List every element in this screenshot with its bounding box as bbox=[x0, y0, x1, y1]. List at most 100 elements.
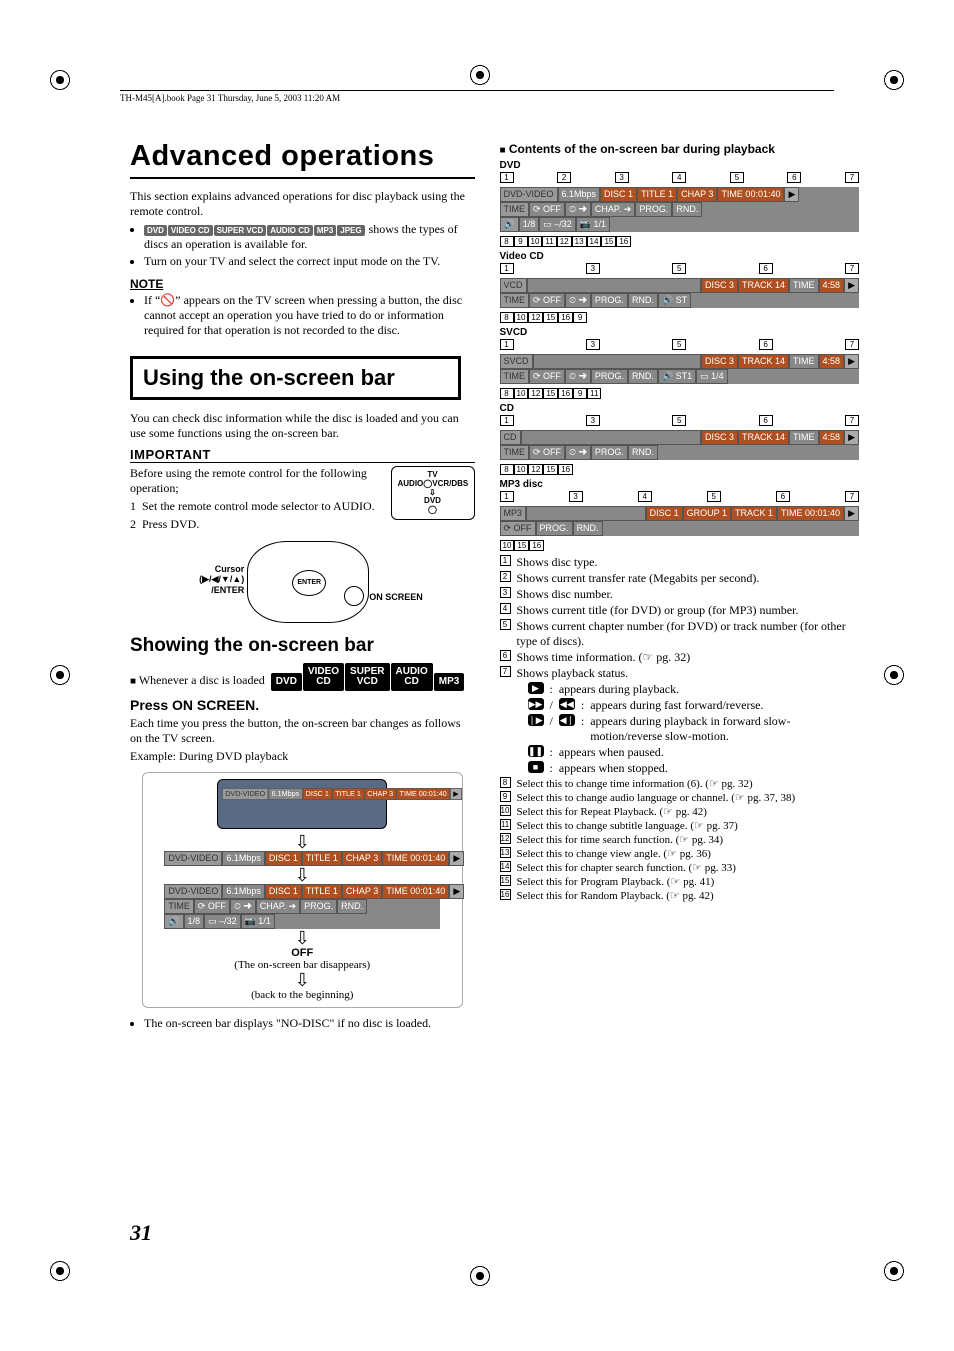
nodisc-bullet: The on-screen bar displays "NO-DISC" if … bbox=[144, 1016, 475, 1031]
disc-badge: DVD bbox=[144, 225, 167, 236]
section-label: CD bbox=[500, 403, 860, 414]
osbar-cell: DVD-VIDEO bbox=[222, 788, 268, 800]
square-bullet-icon: ■ bbox=[130, 676, 136, 687]
osbar-cell: ▶ bbox=[844, 506, 859, 521]
crop-mark bbox=[45, 660, 75, 690]
osbar-cell: TIME bbox=[164, 899, 194, 914]
osbar-cell: MP3 bbox=[500, 506, 527, 521]
legend-num: 1 bbox=[500, 555, 511, 566]
status-icon-row: ■: appears when stopped. bbox=[528, 761, 860, 776]
callout-number: 16 bbox=[529, 540, 544, 551]
callout-number: 7 bbox=[845, 263, 859, 274]
osbar-cell: RND. bbox=[573, 521, 603, 536]
osbar-cell: 📷 1/1 bbox=[241, 914, 275, 929]
selector-knob2-icon: ◯ bbox=[398, 506, 468, 515]
note-text: If “🚫” appears on the TV screen when pre… bbox=[144, 293, 475, 338]
callout-number: 8 bbox=[500, 236, 514, 247]
status-text: appears when stopped. bbox=[559, 761, 859, 776]
osbar-cell: TIME bbox=[500, 445, 530, 460]
disc-badge: AUDIOCD bbox=[391, 663, 433, 691]
callout-number: 1 bbox=[500, 491, 514, 502]
osbar-cell: TIME 00:01:40 bbox=[382, 851, 449, 866]
osbar-cell: TIME bbox=[789, 354, 819, 369]
callout-number: 1 bbox=[500, 172, 514, 183]
callout-number: 6 bbox=[787, 172, 801, 183]
osbar-cell: TIME bbox=[500, 202, 530, 217]
osbar: VCDDISC 3TRACK 14TIME4:58▶TIME⟳ OFF⏲ ➜PR… bbox=[500, 278, 860, 308]
osbar-cell: CHAP 3 bbox=[342, 851, 382, 866]
callout-number: 15 bbox=[543, 388, 558, 399]
callout-number: 15 bbox=[543, 464, 558, 475]
osbar-cell: ⏲ ➜ bbox=[565, 445, 591, 460]
status-text: appears during playback. bbox=[559, 682, 859, 697]
section-label: SVCD bbox=[500, 327, 860, 338]
legend-row: 12 Select this for time search function. … bbox=[500, 833, 860, 846]
enter-button-icon: ENTER bbox=[292, 570, 326, 596]
legend: 1Shows disc type.2Shows current transfer… bbox=[500, 555, 860, 681]
callout-number: 3 bbox=[615, 172, 629, 183]
section-label: Video CD bbox=[500, 251, 860, 262]
osbar-cell: TIME 00:01:40 bbox=[382, 884, 449, 899]
osbar-cell: 1/8 bbox=[519, 217, 540, 232]
back-text: (back to the beginning) bbox=[149, 989, 456, 1001]
box-intro: You can check disc information while the… bbox=[130, 411, 475, 441]
example-label: Example: During DVD playback bbox=[130, 749, 475, 764]
badge-row: DVDVIDEO CDSUPER VCDAUDIO CDMP3JPEG bbox=[144, 222, 366, 236]
osbar-cell: 🔊 bbox=[164, 914, 183, 929]
osbar-cell: PROG. bbox=[300, 899, 337, 914]
osbar-cell: DISC 1 bbox=[303, 788, 333, 800]
callout-number: 16 bbox=[558, 388, 573, 399]
legend-row: 10Select this for Repeat Playback. (☞ pg… bbox=[500, 805, 860, 818]
callout-number: 15 bbox=[601, 236, 616, 247]
legend-row: 1Shows disc type. bbox=[500, 555, 860, 570]
legend-num: 14 bbox=[500, 861, 511, 872]
disc-badge: JPEG bbox=[337, 225, 364, 236]
osbar-cell: RND. bbox=[628, 369, 658, 384]
osbar-cell: DISC 3 bbox=[701, 278, 738, 293]
osbar-cell: ⟳ OFF bbox=[194, 899, 230, 914]
arrow-down-icon: ⇩ bbox=[149, 973, 456, 987]
remote-diagram: Cursor (▶/◀/▼/▲) /ENTER ENTER ON SCREEN bbox=[187, 541, 417, 623]
arrow-down-icon: ⇩ bbox=[149, 868, 456, 882]
crop-mark bbox=[45, 1256, 75, 1286]
status-icons: ▶: appears during playback.▶▶ / ◀◀: appe… bbox=[528, 682, 860, 776]
osbar-stage-1: DVD-VIDEO6.1MbpsDISC 1TITLE 1CHAP 3TIME … bbox=[164, 851, 440, 866]
important-heading: IMPORTANT bbox=[130, 447, 475, 463]
osbar-cell: 6.1Mbps bbox=[558, 187, 601, 202]
callout-number: 9 bbox=[573, 312, 587, 323]
osbar-cell: 4:58 bbox=[819, 430, 845, 445]
status-text: appears during playback in forward slow-… bbox=[590, 714, 859, 744]
osbar-cell: ⟳ OFF bbox=[529, 445, 565, 460]
selector-audio: AUDIO bbox=[398, 480, 424, 489]
legend-text: Select this for time search function. (☞… bbox=[517, 833, 860, 846]
arrow-down-icon: ⇩ bbox=[149, 835, 456, 849]
osbar-cell: DISC 3 bbox=[701, 354, 738, 369]
callout-number: 10 bbox=[514, 388, 529, 399]
osbar-cell: TRACK 14 bbox=[738, 278, 789, 293]
legend-num: 13 bbox=[500, 847, 511, 858]
osbar-cell: ▶ bbox=[844, 430, 859, 445]
crop-mark bbox=[879, 660, 909, 690]
callout-number: 7 bbox=[845, 339, 859, 350]
playback-status-icon: ■ bbox=[528, 761, 544, 773]
osbar-cell: 📷 1/1 bbox=[576, 217, 610, 232]
callout-number: 5 bbox=[672, 415, 686, 426]
callout-number: 1 bbox=[500, 415, 514, 426]
legend-num: 12 bbox=[500, 833, 511, 844]
callout-number: 16 bbox=[558, 312, 573, 323]
osbar-cell bbox=[521, 430, 702, 445]
status-text: appears during fast forward/reverse. bbox=[590, 698, 859, 713]
whenever-row: ■ Whenever a disc is loaded DVDVIDEOCDSU… bbox=[130, 663, 475, 691]
osbar-cell: SVCD bbox=[500, 354, 533, 369]
status-sep: : bbox=[550, 761, 553, 776]
callout-number: 5 bbox=[707, 491, 721, 502]
osbar-cell: DVD-VIDEO bbox=[500, 187, 558, 202]
note-heading: NOTE bbox=[130, 277, 475, 291]
legend-text: Select this for Random Playback. (☞ pg. … bbox=[517, 889, 860, 902]
legend-num: 10 bbox=[500, 805, 511, 816]
osbar-cell: TIME bbox=[789, 430, 819, 445]
callout-number: 6 bbox=[776, 491, 790, 502]
callout-number: 7 bbox=[845, 491, 859, 502]
right-column: ■ Contents of the on-screen bar during p… bbox=[500, 140, 860, 1033]
osbar-cell: DISC 3 bbox=[701, 430, 738, 445]
